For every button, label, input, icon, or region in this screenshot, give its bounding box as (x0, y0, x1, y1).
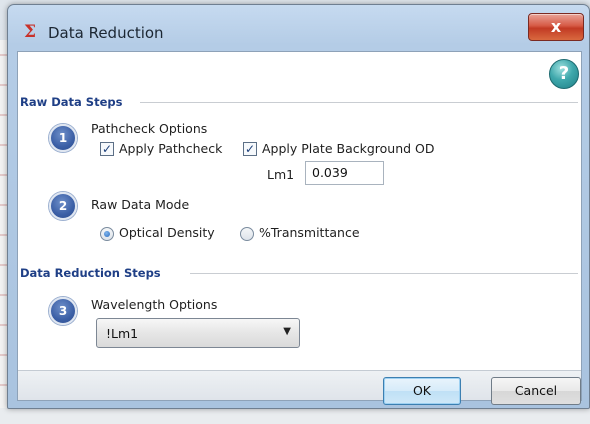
step-3-badge: 3 (49, 297, 77, 325)
button-bar: OK Cancel (18, 370, 581, 405)
background-window-bottom (0, 408, 590, 424)
apply-plate-background-label[interactable]: Apply Plate Background OD (262, 141, 435, 156)
transmittance-label[interactable]: %Transmittance (259, 225, 360, 240)
title-bar: Σ Data Reduction x (8, 5, 589, 51)
dialog-body: ? Raw Data Steps 1 Pathcheck Options ✓ A… (17, 51, 582, 405)
window-title: Data Reduction (48, 24, 164, 42)
apply-pathcheck-label[interactable]: Apply Pathcheck (119, 141, 222, 156)
raw-data-mode-label: Raw Data Mode (91, 197, 190, 212)
raw-data-steps-heading: Raw Data Steps (20, 95, 123, 109)
chevron-down-icon: ▼ (283, 326, 291, 337)
optical-density-radio[interactable] (100, 227, 114, 241)
step-2-badge: 2 (49, 192, 77, 220)
wavelength-options-label: Wavelength Options (91, 297, 218, 312)
cancel-button[interactable]: Cancel (491, 377, 581, 405)
sigma-icon: Σ (23, 22, 37, 42)
lm1-label: Lm1 (267, 167, 295, 182)
close-button[interactable]: x (528, 13, 584, 41)
help-icon[interactable]: ? (549, 59, 579, 89)
ok-button[interactable]: OK (383, 377, 461, 405)
section-divider (140, 102, 578, 103)
data-reduction-steps-heading: Data Reduction Steps (20, 266, 161, 280)
pathcheck-options-label: Pathcheck Options (91, 121, 208, 136)
transmittance-radio[interactable] (240, 227, 254, 241)
wavelength-selected-value: !Lm1 (106, 326, 139, 341)
section-divider (190, 273, 578, 274)
data-reduction-dialog: Σ Data Reduction x ? Raw Data Steps 1 Pa… (7, 4, 590, 409)
step-1-badge: 1 (49, 124, 77, 152)
lm1-input[interactable]: 0.039 (305, 161, 384, 185)
apply-plate-background-checkbox[interactable]: ✓ (243, 142, 257, 156)
wavelength-dropdown[interactable]: !Lm1 ▼ (96, 318, 300, 348)
apply-pathcheck-checkbox[interactable]: ✓ (100, 142, 114, 156)
optical-density-label[interactable]: Optical Density (119, 225, 215, 240)
